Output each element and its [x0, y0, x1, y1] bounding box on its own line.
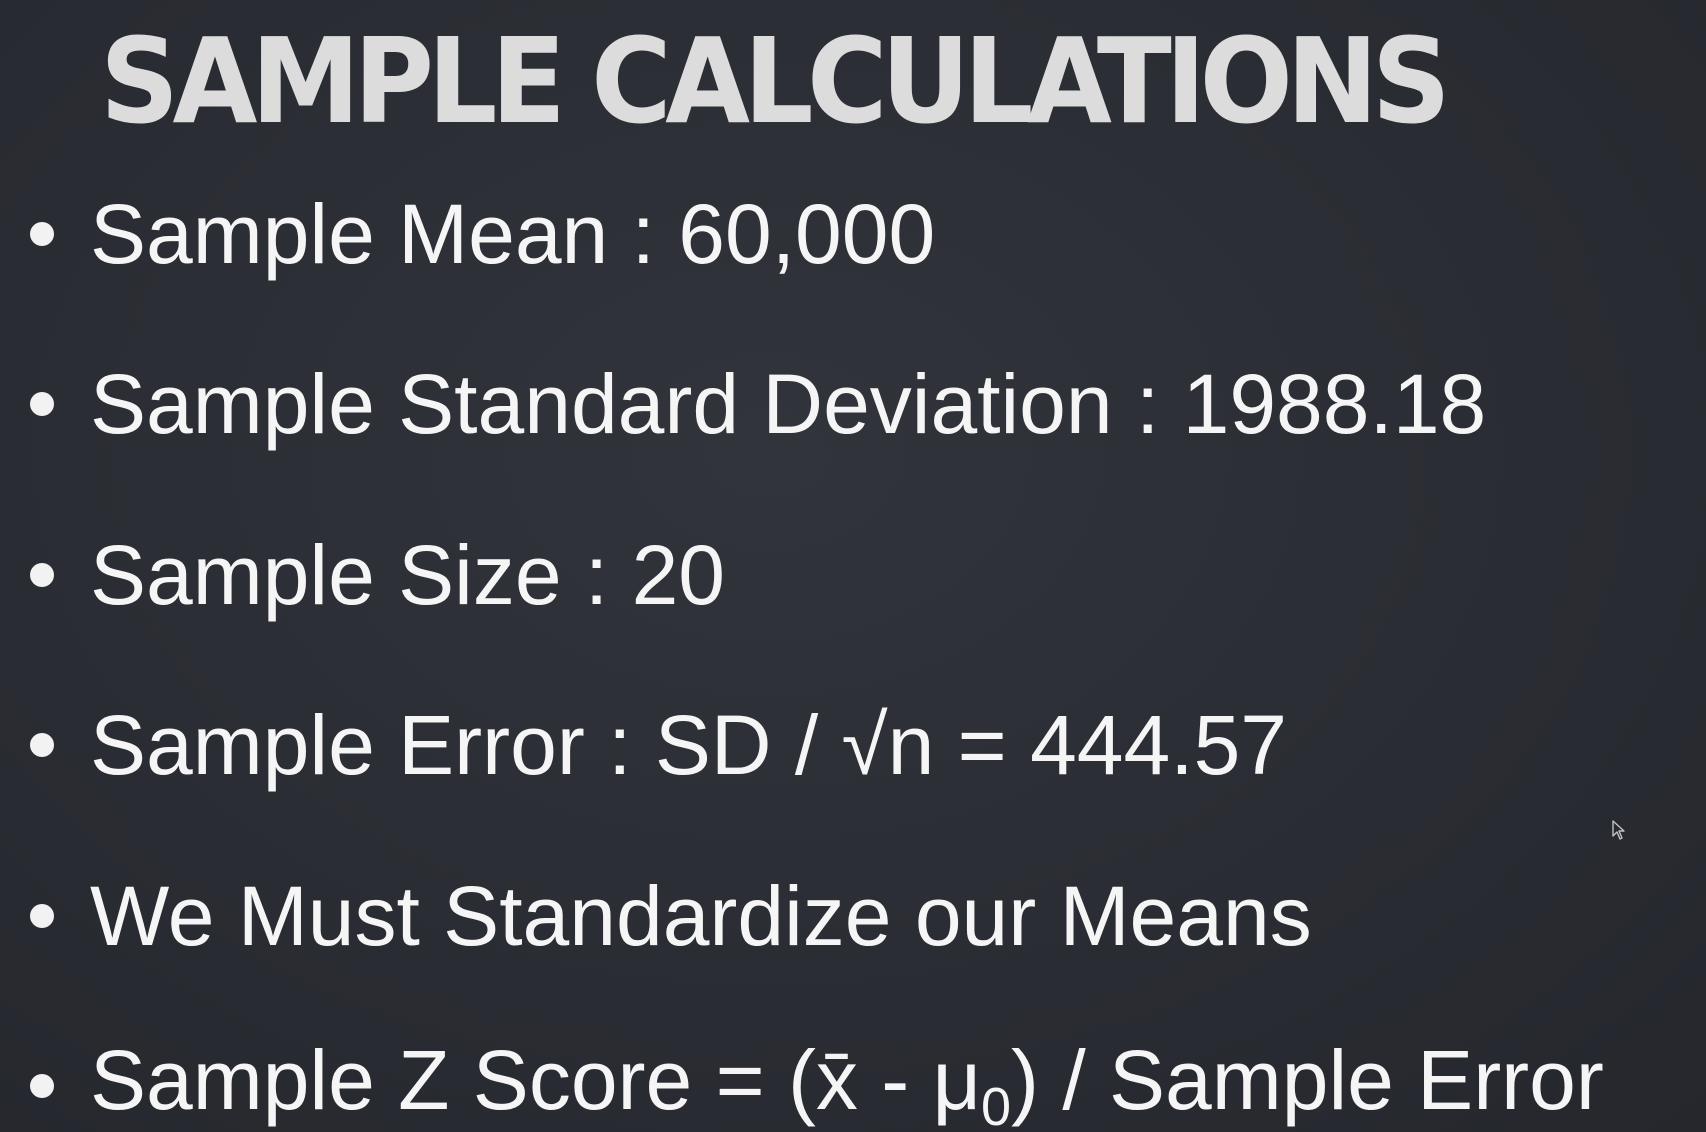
bullet-dot-icon: [30, 733, 54, 757]
z-score-formula-start: Sample Z Score = (x̄ - μ: [90, 1033, 981, 1127]
bullet-sample-error: Sample Error : SD / √n = 444.57: [30, 695, 1287, 795]
bullet-text: Sample Error : SD / √n = 444.57: [90, 698, 1287, 792]
bullet-sample-standard-deviation: Sample Standard Deviation : 1988.18: [30, 354, 1486, 454]
bullet-sample-size: Sample Size : 20: [30, 525, 725, 625]
bullet-sample-mean: Sample Mean : 60,000: [30, 184, 935, 284]
bullet-dot-icon: [30, 563, 54, 587]
bullet-standardize-means: We Must Standardize our Means: [30, 866, 1312, 966]
bullet-text: Sample Mean : 60,000: [90, 187, 936, 281]
bullet-dot-icon: [30, 392, 54, 416]
mouse-pointer-icon: [1612, 820, 1625, 840]
bullet-dot-icon: [30, 904, 54, 928]
bullet-sample-z-score: Sample Z Score = (x̄ - μ0) / Sample Erro…: [30, 1036, 1604, 1132]
z-score-formula-subscript: 0: [980, 1077, 1012, 1132]
bullet-text: Sample Size : 20: [90, 528, 726, 622]
bullet-text: Sample Z Score = (x̄ - μ0) / Sample Erro…: [90, 1038, 1604, 1132]
slide: SAMPLE CALCULATIONS Sample Mean : 60,000…: [0, 0, 1706, 1132]
bullet-dot-icon: [30, 1074, 54, 1098]
z-score-formula-end: ) / Sample Error: [1011, 1033, 1604, 1127]
bullet-text: We Must Standardize our Means: [90, 869, 1312, 963]
slide-title: SAMPLE CALCULATIONS: [100, 12, 1451, 150]
bullet-dot-icon: [30, 222, 54, 246]
bullet-text: Sample Standard Deviation : 1988.18: [90, 357, 1487, 451]
